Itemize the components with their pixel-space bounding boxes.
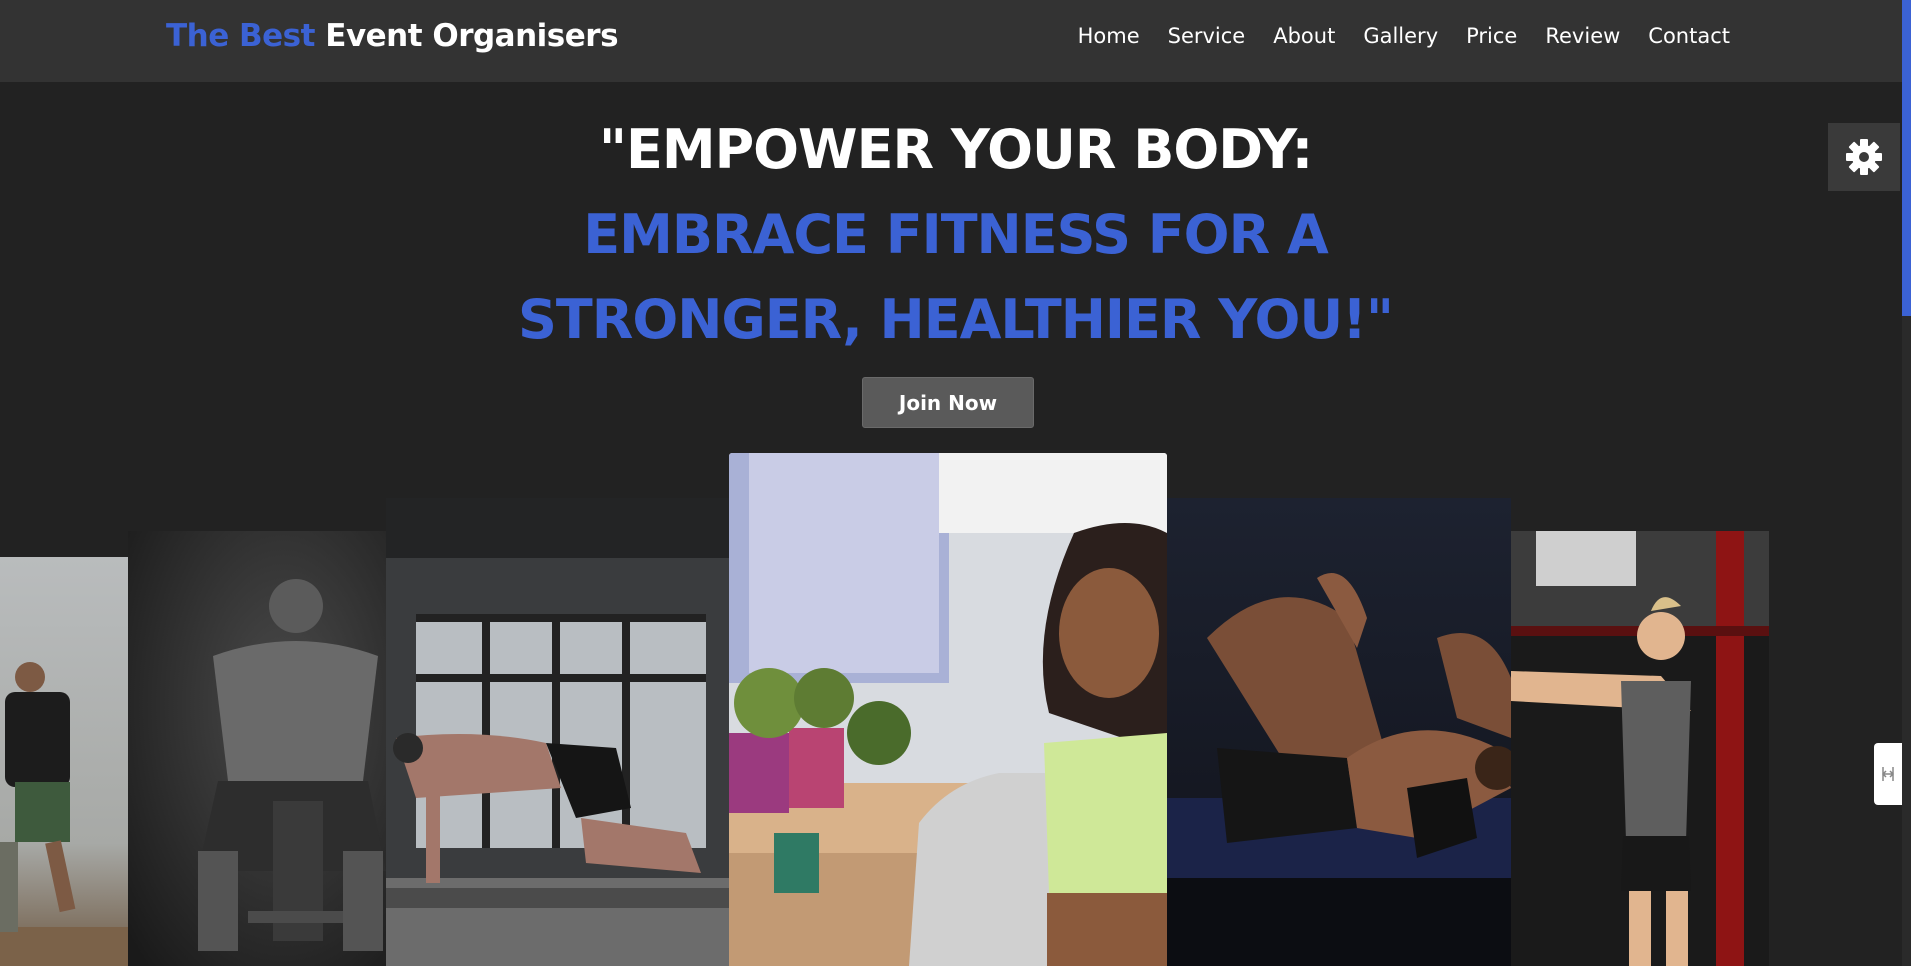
main-nav: Home Service About Gallery Price Review … — [1078, 24, 1730, 48]
site-logo[interactable]: The Best Event Organisers — [166, 18, 619, 54]
site-header: The Best Event Organisers Home Service A… — [0, 0, 1911, 82]
logo-main-text: Event Organisers — [325, 18, 619, 54]
gallery-photo-bodybuilder — [128, 531, 386, 966]
gallery-photo-kettlebell — [1511, 531, 1769, 966]
gallery-photo-runner — [0, 557, 128, 966]
expand-icon — [1881, 767, 1895, 781]
gallery-photo-crunches — [1167, 498, 1511, 966]
logo-accent-text: The Best — [166, 18, 315, 54]
nav-service[interactable]: Service — [1168, 24, 1246, 48]
gallery-photo-kitchen — [729, 453, 1167, 966]
nav-review[interactable]: Review — [1545, 24, 1620, 48]
hero-heading-line-3: STRONGER, HEALTHIER YOU!" — [518, 288, 1394, 351]
nav-home[interactable]: Home — [1078, 24, 1140, 48]
page: The Best Event Organisers Home Service A… — [0, 0, 1911, 966]
hero-heading-line-1: "EMPOWER YOUR BODY: — [598, 118, 1313, 181]
gallery-photo-pushup — [386, 498, 729, 966]
nav-contact[interactable]: Contact — [1648, 24, 1730, 48]
nav-about[interactable]: About — [1273, 24, 1335, 48]
side-panel-tab[interactable] — [1874, 743, 1902, 805]
join-now-button[interactable]: Join Now — [862, 377, 1034, 428]
hero-heading-line-2: EMBRACE FITNESS FOR A — [583, 203, 1329, 266]
nav-gallery[interactable]: Gallery — [1363, 24, 1438, 48]
nav-price[interactable]: Price — [1466, 24, 1517, 48]
